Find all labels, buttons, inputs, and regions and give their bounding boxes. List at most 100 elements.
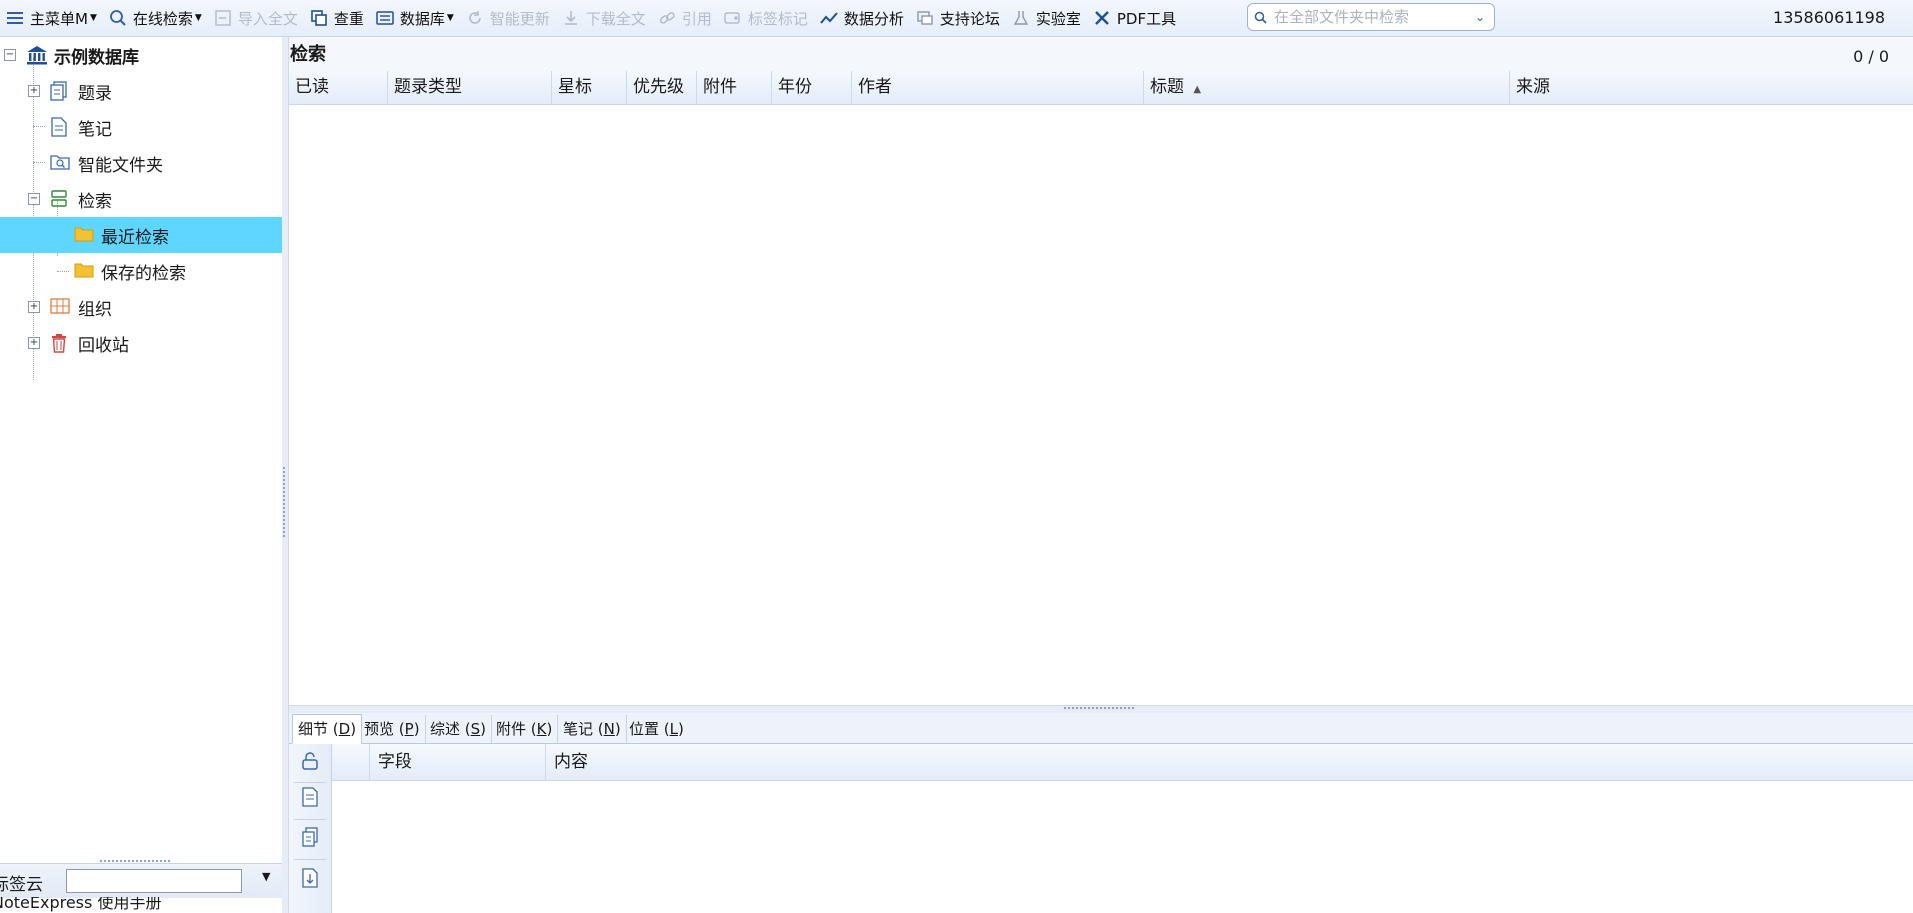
- column-attachment[interactable]: 附件: [697, 71, 772, 104]
- dedupe-button[interactable]: 查重: [304, 0, 370, 36]
- column-priority[interactable]: 优先级: [627, 71, 697, 104]
- pdf-tools-label: PDF工具: [1116, 9, 1177, 28]
- copy-button[interactable]: [296, 823, 324, 855]
- tree-item-label: 组织: [78, 299, 112, 320]
- refresh-icon: [466, 9, 484, 27]
- expand-toggle[interactable]: +: [28, 85, 40, 97]
- tree-item-trash[interactable]: + 回收站: [0, 325, 282, 361]
- tab-summary[interactable]: 综述 (S): [425, 715, 493, 743]
- column-content[interactable]: 内容: [546, 744, 1913, 780]
- main-toolbar: 主菜单M ▼ 在线检索 ▼ 导入全文 查重 数据库 ▼ 智能更新 下载全文 引用…: [0, 0, 1913, 37]
- tag-icon: [724, 9, 742, 27]
- trend-icon: [820, 9, 838, 27]
- tab-accesskey: N: [603, 720, 615, 738]
- detail-field-list[interactable]: [332, 781, 1913, 913]
- tree-item-search[interactable]: − 检索: [0, 181, 282, 217]
- results-title: 检索: [290, 44, 326, 65]
- results-list[interactable]: [289, 105, 1913, 705]
- chevron-down-icon[interactable]: ⌄: [1466, 10, 1494, 24]
- tab-attachments[interactable]: 附件 (K): [491, 715, 559, 743]
- tab-label: 笔记: [563, 720, 594, 738]
- separator: [294, 819, 326, 820]
- main-menu-label: 主菜单M: [30, 9, 88, 28]
- cite-button[interactable]: 引用: [652, 0, 718, 36]
- tag-cloud-input[interactable]: [66, 869, 242, 893]
- smart-update-button[interactable]: 智能更新: [460, 0, 556, 36]
- main-menu-button[interactable]: 主菜单M ▼: [0, 0, 103, 36]
- document-icon: [301, 787, 319, 811]
- column-ref-type[interactable]: 题录类型: [388, 71, 552, 104]
- lab-button[interactable]: 实验室: [1006, 0, 1087, 36]
- column-title-label: 标题: [1150, 77, 1184, 97]
- support-forum-button[interactable]: 支持论坛: [910, 0, 1006, 36]
- expand-toggle[interactable]: +: [28, 337, 40, 349]
- chevron-down-icon: ▼: [446, 13, 454, 23]
- column-source[interactable]: 来源: [1510, 71, 1913, 104]
- online-search-button[interactable]: 在线检索 ▼: [103, 0, 208, 36]
- tab-label: 细节: [298, 720, 329, 738]
- export-button[interactable]: [296, 864, 324, 896]
- resize-grip[interactable]: [1064, 707, 1134, 712]
- search-icon: [109, 9, 127, 27]
- tab-details[interactable]: 细节 (D): [292, 714, 363, 744]
- tree-item-label: 笔记: [78, 119, 112, 140]
- detail-column-header: 字段 内容: [332, 744, 1913, 781]
- column-field[interactable]: 字段: [370, 744, 546, 780]
- trash-icon: [50, 333, 70, 353]
- expand-toggle[interactable]: +: [28, 301, 40, 313]
- export-document-icon: [301, 868, 319, 892]
- tree-item-notes[interactable]: 笔记: [0, 109, 282, 145]
- copy-document-icon: [301, 827, 319, 851]
- tree-root-database[interactable]: − 示例数据库: [0, 37, 282, 73]
- tree-item-label: 最近检索: [101, 227, 169, 248]
- separator: [294, 859, 326, 860]
- tab-preview[interactable]: 预览 (P): [359, 715, 426, 743]
- tab-label: 预览: [364, 720, 395, 738]
- search-folder-icon: [50, 189, 70, 209]
- duplicate-icon: [310, 9, 328, 27]
- tree-item-references[interactable]: + 题录: [0, 73, 282, 109]
- column-read[interactable]: 已读: [289, 71, 388, 104]
- column-year[interactable]: 年份: [772, 71, 852, 104]
- tab-accesskey: P: [404, 720, 414, 738]
- tree-item-saved-search[interactable]: 保存的检索: [0, 253, 282, 289]
- import-fulltext-button[interactable]: 导入全文: [208, 0, 304, 36]
- data-analysis-button[interactable]: 数据分析: [814, 0, 910, 36]
- tree-item-organize[interactable]: + 组织: [0, 289, 282, 325]
- tag-cloud-bar: 标签云 ▼: [0, 863, 282, 898]
- reference-view-button[interactable]: [296, 783, 324, 815]
- pdf-tools-button[interactable]: PDF工具: [1087, 0, 1182, 36]
- online-search-label: 在线检索: [132, 9, 193, 28]
- global-search-box[interactable]: ⌄: [1247, 3, 1495, 31]
- cite-label: 引用: [681, 9, 712, 28]
- folder-tree-panel: − 示例数据库 + 题录 笔记 智能文件夹 − 检索 最近检索 保存的检索 + …: [0, 37, 283, 913]
- lab-label: 实验室: [1035, 9, 1081, 28]
- vertical-splitter[interactable]: [282, 37, 289, 913]
- column-star[interactable]: 星标: [552, 71, 627, 104]
- column-author[interactable]: 作者: [852, 71, 1144, 104]
- manual-link[interactable]: NoteExpress 使用手册: [0, 897, 161, 912]
- lock-button[interactable]: [296, 747, 324, 779]
- tab-notes[interactable]: 笔记 (N): [558, 715, 627, 743]
- tab-label: 附件: [496, 720, 527, 738]
- collapse-toggle[interactable]: −: [28, 193, 40, 205]
- tag-mark-button[interactable]: 标签标记: [718, 0, 814, 36]
- global-search-input[interactable]: [1272, 7, 1466, 27]
- collapse-toggle[interactable]: −: [4, 49, 16, 61]
- tab-location[interactable]: 位置 (L): [624, 715, 689, 743]
- tree-root-label: 示例数据库: [54, 47, 139, 68]
- chevron-down-icon[interactable]: ▼: [262, 870, 270, 883]
- library-icon: [26, 45, 47, 65]
- column-title[interactable]: 标题 ▲: [1144, 71, 1510, 104]
- tab-accesskey: S: [470, 720, 481, 738]
- download-fulltext-button[interactable]: 下载全文: [556, 0, 652, 36]
- tree-item-recent-search[interactable]: 最近检索: [0, 217, 282, 253]
- tab-accesskey: L: [669, 720, 678, 738]
- database-label: 数据库: [399, 9, 445, 28]
- user-account[interactable]: 13586061198: [1773, 0, 1885, 36]
- search-icon: [1248, 11, 1272, 24]
- database-button[interactable]: 数据库 ▼: [370, 0, 460, 36]
- tree-item-smart-folder[interactable]: 智能文件夹: [0, 145, 282, 181]
- resize-grip[interactable]: [283, 467, 285, 537]
- link-icon: [658, 9, 676, 27]
